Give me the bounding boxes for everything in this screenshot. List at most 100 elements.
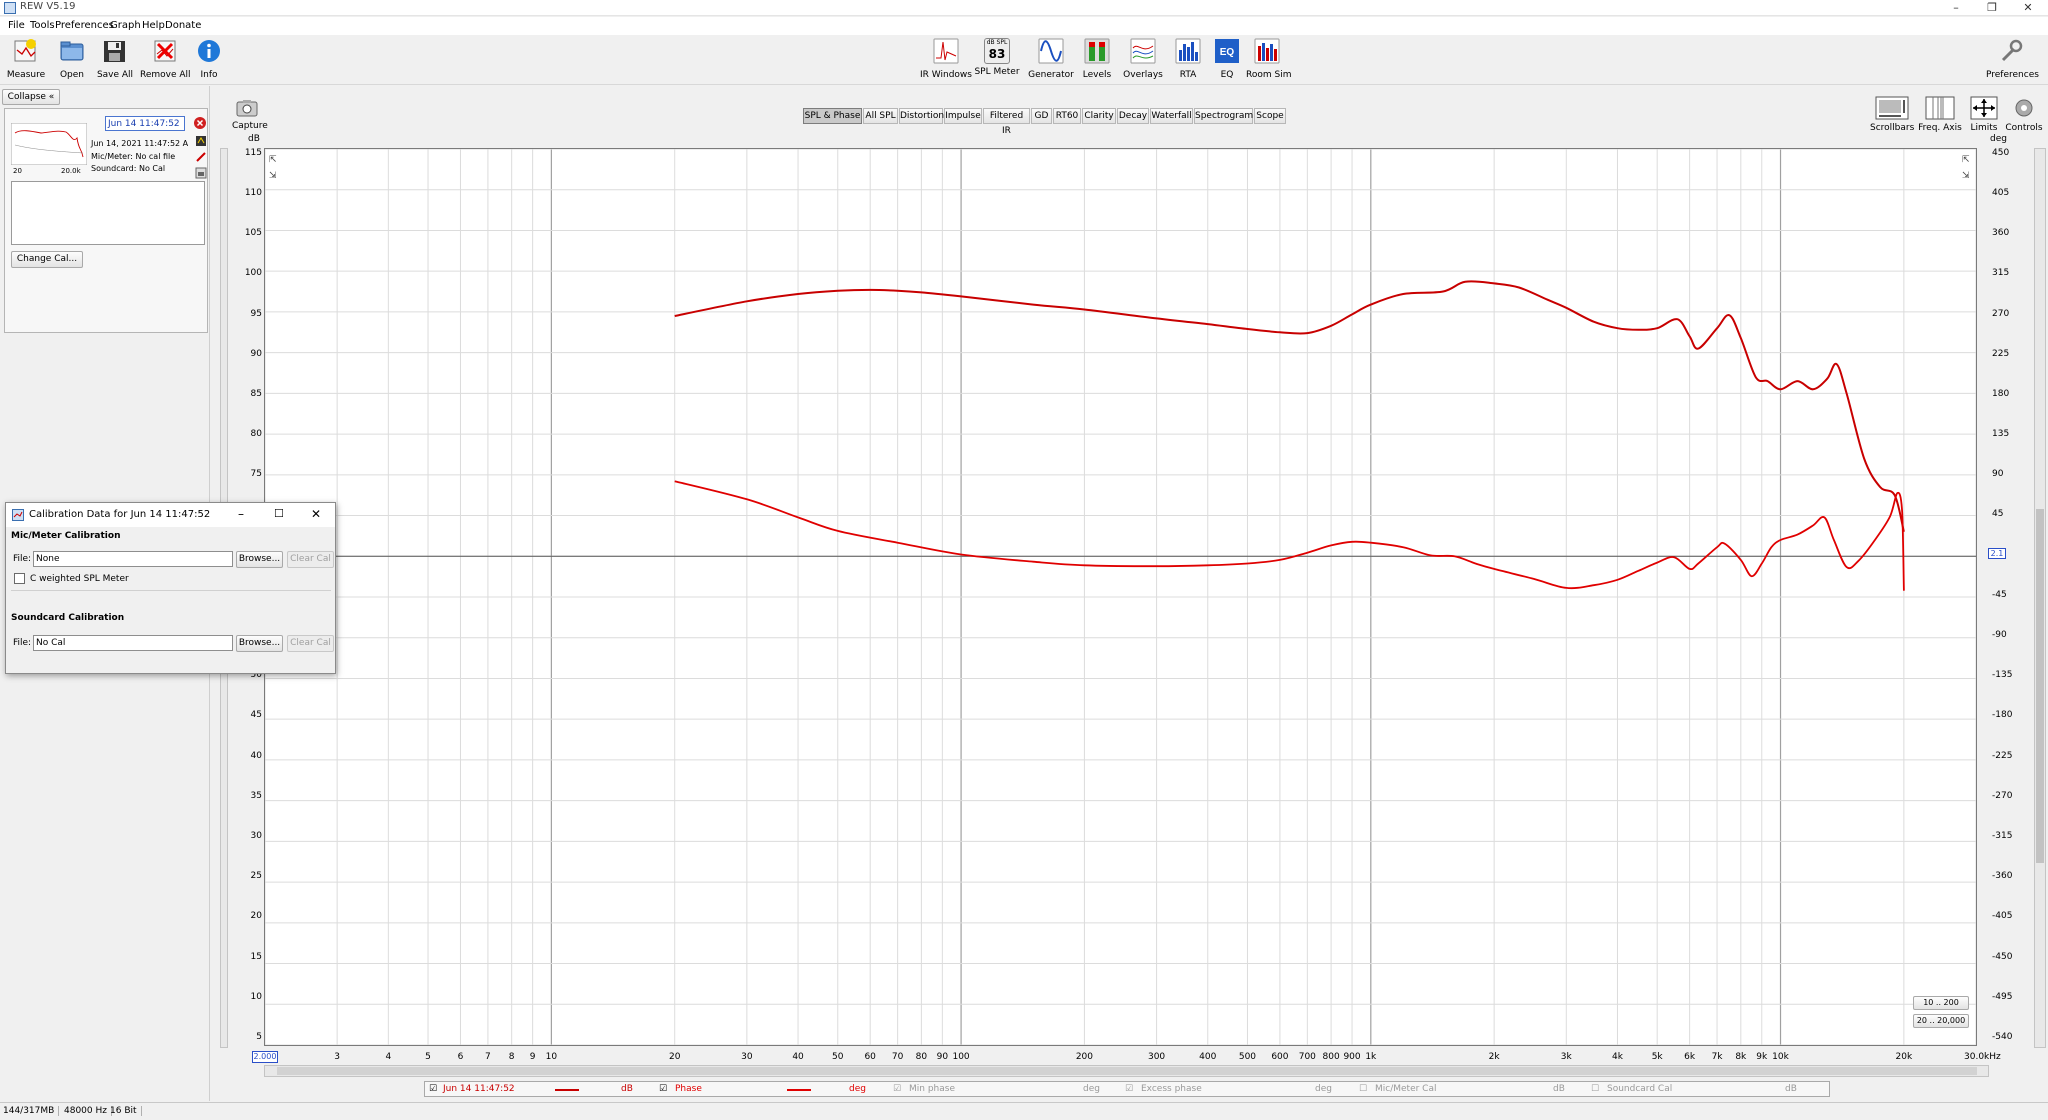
- y2-tick-label: 90: [1992, 469, 2004, 479]
- menu-help[interactable]: Help: [142, 20, 165, 31]
- soundcard-file-input[interactable]: No Cal: [33, 635, 233, 651]
- capture-button[interactable]: Capture: [232, 98, 268, 131]
- soundcard-clear-cal-button[interactable]: Clear Cal: [287, 635, 334, 652]
- x-tick-label: 5k: [1651, 1052, 1663, 1062]
- y2-tick-label: -270: [1992, 791, 2013, 801]
- tab-spectrogram[interactable]: Spectrogram: [1194, 108, 1253, 124]
- range-10-200-button[interactable]: 10 .. 200: [1913, 996, 1969, 1010]
- dialog-maximize-button[interactable]: ☐: [274, 507, 284, 520]
- tab-spl-phase[interactable]: SPL & Phase: [803, 108, 862, 124]
- room-sim-button[interactable]: Room Sim: [1246, 38, 1291, 80]
- zoom-in-y2-icon[interactable]: ⇱: [1962, 155, 1970, 165]
- thumbnail-end-label: 20.0k: [61, 167, 81, 175]
- mic-file-input[interactable]: None: [33, 551, 233, 567]
- x-tick-label: 40: [792, 1052, 804, 1062]
- save-all-button[interactable]: Save All: [96, 38, 134, 80]
- y2-tick-label: 405: [1992, 188, 2010, 198]
- remove-measurement-icon[interactable]: [193, 116, 207, 130]
- measurement-card[interactable]: Jun 14 11:47:52 20 20.0k Jun 14, 2021 11…: [4, 108, 208, 333]
- levels-button[interactable]: Levels: [1082, 38, 1112, 80]
- tab-clarity[interactable]: Clarity: [1082, 108, 1116, 124]
- rta-button[interactable]: RTA: [1174, 38, 1202, 80]
- preferences-button[interactable]: Preferences: [1986, 38, 2039, 80]
- zoom-out-y2-icon[interactable]: ⇲: [1962, 171, 1970, 181]
- remove-all-button[interactable]: Remove All: [140, 38, 191, 80]
- phase-offset-box[interactable]: 2.1: [1988, 548, 2006, 559]
- y-tick-label: 40: [250, 751, 262, 761]
- ir-windows-button[interactable]: IR Windows: [920, 38, 972, 80]
- notes-textarea[interactable]: [11, 181, 205, 245]
- collapse-button[interactable]: Collapse «: [2, 89, 60, 105]
- y2-tick-label: -540: [1992, 1032, 2013, 1042]
- limits-button[interactable]: Limits: [1968, 96, 2000, 133]
- measure-button[interactable]: Measure: [6, 38, 46, 80]
- horizontal-scrollbar[interactable]: [264, 1065, 1989, 1077]
- x-start-box[interactable]: 2.000: [252, 1051, 278, 1063]
- open-button[interactable]: Open: [54, 38, 90, 80]
- legend-excess-phase-checkbox[interactable]: ☑: [1125, 1084, 1133, 1094]
- c-weighted-checkbox[interactable]: [14, 573, 25, 584]
- generator-button[interactable]: Generator: [1028, 38, 1074, 80]
- x-tick-label: 6k: [1684, 1052, 1696, 1062]
- dialog-title-bar[interactable]: Calibration Data for Jun 14 11:47:52 – ☐…: [6, 503, 335, 527]
- change-cal-button[interactable]: Change Cal...: [11, 251, 83, 268]
- tab-gd[interactable]: GD: [1031, 108, 1052, 124]
- mic-browse-button[interactable]: Browse...: [236, 551, 283, 568]
- lock-icon[interactable]: [195, 167, 207, 179]
- tab-scope[interactable]: Scope: [1254, 108, 1286, 124]
- controls-button[interactable]: Controls: [2004, 96, 2044, 133]
- y2-tick-label: 315: [1992, 268, 2010, 278]
- measurement-name-input[interactable]: Jun 14 11:47:52: [105, 116, 185, 131]
- eq-button[interactable]: EQ EQ: [1214, 38, 1240, 80]
- x-tick-label: 50: [832, 1052, 844, 1062]
- menu-graph[interactable]: Graph: [110, 20, 141, 31]
- y2-tick-label: -45: [1992, 590, 2007, 600]
- legend-excess-phase-unit: deg: [1315, 1084, 1332, 1094]
- tab-filtered-ir[interactable]: Filtered IR: [983, 108, 1030, 136]
- legend-phase-unit: deg: [849, 1084, 866, 1094]
- y2-tick-label: -315: [1992, 831, 2013, 841]
- scrollbars-button[interactable]: Scrollbars: [1870, 96, 1914, 133]
- horizontal-scroll-thumb[interactable]: [277, 1067, 1977, 1075]
- legend-mic-cal-checkbox[interactable]: ☐: [1359, 1084, 1367, 1094]
- overlays-button[interactable]: Overlays: [1122, 38, 1164, 80]
- x-tick-label: 30: [741, 1052, 753, 1062]
- close-button[interactable]: ✕: [2010, 0, 2046, 16]
- info-button[interactable]: Info: [194, 38, 224, 80]
- tab-all-spl[interactable]: All SPL: [863, 108, 898, 124]
- legend-soundcard-cal-checkbox[interactable]: ☐: [1591, 1084, 1599, 1094]
- y-tick-label: 45: [250, 710, 262, 720]
- levels-icon: [1084, 38, 1110, 64]
- spl-meter-button[interactable]: dB SPL 83 SPL Meter: [974, 38, 1020, 77]
- pen-icon[interactable]: [195, 151, 207, 163]
- x-tick-label: 60: [864, 1052, 876, 1062]
- tab-rt60[interactable]: RT60: [1053, 108, 1081, 124]
- info-measurement-icon[interactable]: [195, 135, 207, 147]
- menu-file[interactable]: File: [8, 20, 25, 31]
- tab-decay[interactable]: Decay: [1117, 108, 1149, 124]
- legend-min-phase-checkbox[interactable]: ☑: [893, 1084, 901, 1094]
- calibration-dialog[interactable]: Calibration Data for Jun 14 11:47:52 – ☐…: [5, 502, 336, 674]
- zoom-out-y-icon[interactable]: ⇲: [269, 171, 277, 181]
- dialog-close-button[interactable]: ✕: [311, 507, 321, 521]
- zoom-in-y-icon[interactable]: ⇱: [269, 155, 277, 165]
- legend-spl-checkbox[interactable]: ☑: [429, 1084, 437, 1094]
- soundcard-browse-button[interactable]: Browse...: [236, 635, 283, 652]
- menu-donate[interactable]: Donate: [165, 20, 201, 31]
- tab-distortion[interactable]: Distortion: [899, 108, 944, 124]
- freq-axis-button[interactable]: Freq. Axis: [1918, 96, 1962, 133]
- menu-preferences[interactable]: Preferences: [55, 20, 114, 31]
- vertical-scrollbar[interactable]: [2034, 148, 2046, 1048]
- spl-phase-graph[interactable]: ⇱ ⇲ ⇱ ⇲ 10 .. 200 20 .. 20,000: [264, 148, 1977, 1046]
- menu-tools[interactable]: Tools: [30, 20, 55, 31]
- restore-button[interactable]: ❐: [1974, 0, 2010, 16]
- legend-phase-checkbox[interactable]: ☑: [659, 1084, 667, 1094]
- tab-impulse[interactable]: Impulse: [944, 108, 982, 124]
- vertical-scroll-thumb[interactable]: [2036, 509, 2044, 863]
- dialog-app-icon: [12, 509, 24, 521]
- tab-waterfall[interactable]: Waterfall: [1150, 108, 1193, 124]
- range-20-20000-button[interactable]: 20 .. 20,000: [1913, 1014, 1969, 1028]
- minimize-button[interactable]: –: [1938, 0, 1974, 16]
- dialog-minimize-button[interactable]: –: [238, 507, 244, 521]
- mic-clear-cal-button[interactable]: Clear Cal: [287, 551, 334, 568]
